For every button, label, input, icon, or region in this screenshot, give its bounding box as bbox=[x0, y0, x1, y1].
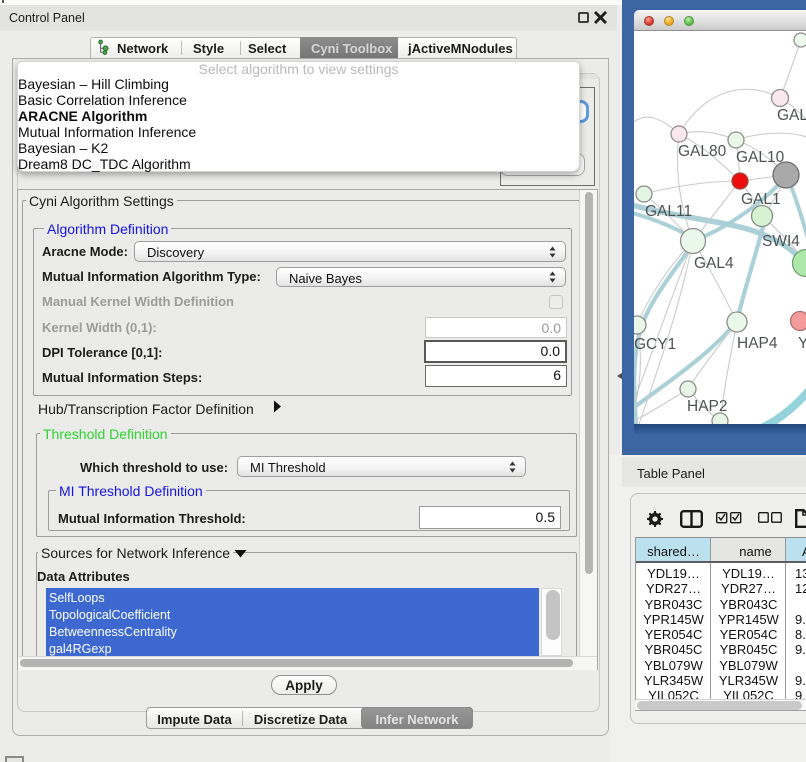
svg-text:GAL80: GAL80 bbox=[678, 143, 727, 160]
svg-text:GAL10: GAL10 bbox=[736, 149, 785, 166]
svg-text:HAP2: HAP2 bbox=[687, 398, 728, 415]
svg-text:GCY1: GCY1 bbox=[634, 336, 676, 353]
svg-text:GAL4: GAL4 bbox=[694, 255, 734, 272]
svg-text:GAL: GAL bbox=[777, 107, 806, 124]
svg-text:HAP4: HAP4 bbox=[737, 335, 778, 352]
svg-text:GAL1: GAL1 bbox=[741, 191, 781, 208]
svg-text:SWI4: SWI4 bbox=[762, 233, 800, 250]
svg-text:GAL11: GAL11 bbox=[645, 203, 692, 220]
svg-text:Y: Y bbox=[798, 335, 806, 352]
